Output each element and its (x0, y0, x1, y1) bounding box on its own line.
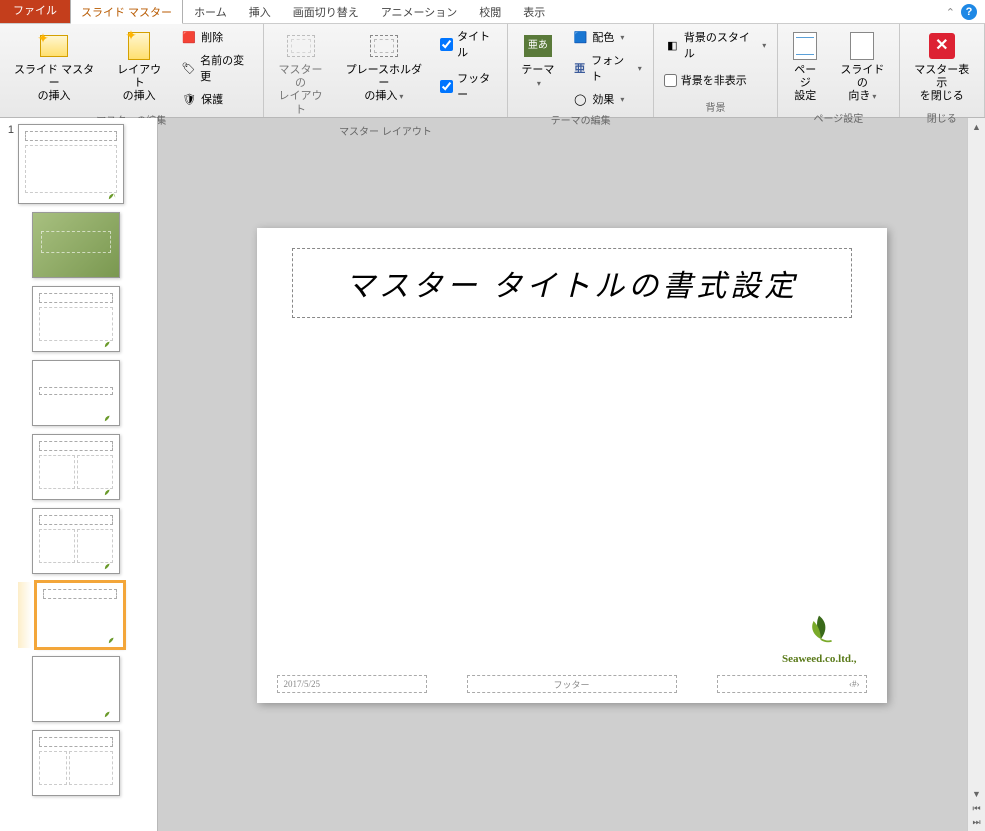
footer-center-placeholder[interactable]: フッター (467, 675, 677, 693)
chevron-down-icon: ▾ (537, 79, 541, 88)
prev-slide-icon[interactable]: ⏮ (970, 801, 984, 815)
tab-animations[interactable]: アニメーション (370, 0, 469, 23)
preserve-button[interactable]: 🛡保護 (176, 88, 256, 110)
layout-thumbnail[interactable] (32, 508, 120, 574)
help-icon[interactable]: ? (961, 4, 977, 20)
tab-slide-master[interactable]: スライド マスター (70, 0, 183, 24)
workspace: 1 (0, 118, 985, 831)
title-placeholder-text: マスター タイトルの書式設定 (345, 261, 799, 305)
leaf-icon (107, 636, 117, 644)
insert-layout-icon (128, 32, 150, 60)
master-layout-icon (287, 35, 315, 57)
colors-icon: 🟦 (572, 29, 588, 45)
group-master-layout: マスターの レイアウト プレースホルダー の挿入▾ タイトル フッター マスター… (264, 24, 509, 117)
logo-text: Seaweed.co.ltd., (782, 653, 857, 665)
tab-bar: ファイル スライド マスター ホーム 挿入 画面切り替え アニメーション 校閲 … (0, 0, 985, 24)
layout-thumbnail-selected[interactable] (36, 582, 124, 648)
vertical-scrollbar[interactable]: ▲ ▼ ⏮ ⏭ (967, 118, 985, 831)
next-slide-icon[interactable]: ⏭ (970, 815, 984, 829)
thumbnail-panel[interactable]: 1 (0, 118, 158, 831)
hide-background-checkbox[interactable]: 背景を非表示 (660, 70, 771, 90)
insert-layout-button[interactable]: レイアウト の挿入 (108, 26, 170, 108)
background-styles-icon: ◧ (665, 37, 680, 53)
effects-icon: ◯ (572, 91, 588, 107)
tab-file[interactable]: ファイル (0, 0, 70, 23)
slide-canvas-area[interactable]: マスター タイトルの書式設定 Seaweed.co.ltd., 2017/5/2… (158, 118, 985, 831)
tab-transitions[interactable]: 画面切り替え (282, 0, 370, 23)
title-checkbox[interactable]: タイトル (436, 26, 501, 62)
page-setup-button[interactable]: ページ 設定 (784, 26, 826, 108)
title-placeholder[interactable]: マスター タイトルの書式設定 (292, 248, 852, 318)
themes-button[interactable]: 亜あ テーマ▾ (514, 26, 561, 94)
insert-placeholder-button[interactable]: プレースホルダー の挿入▾ (338, 26, 431, 108)
ribbon: スライド マスター の挿入 レイアウト の挿入 🟥削除 🏷名前の変更 🛡保護 マ… (0, 24, 985, 118)
layout-thumbnail[interactable] (32, 656, 120, 722)
insert-placeholder-icon (370, 35, 398, 57)
layout-thumbnail[interactable] (32, 730, 120, 796)
scroll-up-icon[interactable]: ▲ (970, 120, 984, 134)
leaf-icon (103, 562, 113, 570)
master-thumbnail[interactable] (18, 124, 124, 204)
themes-icon: 亜あ (524, 35, 552, 57)
effects-button[interactable]: ◯効果▾ (567, 88, 646, 110)
leaf-icon (103, 488, 113, 496)
layout-thumbnail[interactable] (32, 434, 120, 500)
leaf-icon (801, 612, 837, 648)
insert-slide-master-icon (40, 35, 68, 57)
fonts-button[interactable]: 亜フォント▾ (567, 49, 646, 87)
fonts-icon: 亜 (572, 60, 587, 76)
scroll-down-icon[interactable]: ▼ (970, 787, 984, 801)
layout-thumbnail[interactable] (32, 360, 120, 426)
preserve-icon: 🛡 (181, 91, 197, 107)
delete-icon: 🟥 (181, 29, 197, 45)
colors-button[interactable]: 🟦配色▾ (567, 26, 646, 48)
logo: Seaweed.co.ltd., (782, 612, 857, 665)
slide-orientation-button[interactable]: スライドの 向き▾ (832, 26, 892, 108)
delete-button[interactable]: 🟥削除 (176, 26, 256, 48)
master-number: 1 (4, 124, 14, 136)
group-edit-master: スライド マスター の挿入 レイアウト の挿入 🟥削除 🏷名前の変更 🛡保護 マ… (0, 24, 264, 117)
ribbon-minimize-icon[interactable]: ⌃ (946, 6, 955, 19)
group-background: ◧背景のスタイル▾ 背景を非表示 背景 (654, 24, 778, 117)
rename-icon: 🏷 (181, 60, 196, 76)
leaf-icon (103, 710, 113, 718)
layout-thumbnail[interactable] (32, 212, 120, 278)
footer-date-placeholder[interactable]: 2017/5/25 (277, 675, 427, 693)
slide-canvas[interactable]: マスター タイトルの書式設定 Seaweed.co.ltd., 2017/5/2… (257, 228, 887, 703)
footer-number-placeholder[interactable]: ‹#› (717, 675, 867, 693)
tab-insert[interactable]: 挿入 (238, 0, 282, 23)
footer-checkbox[interactable]: フッター (436, 68, 501, 104)
leaf-icon (103, 414, 113, 422)
leaf-icon (107, 192, 117, 200)
close-master-view-button[interactable]: ✕ マスター表示 を閉じる (906, 26, 978, 108)
tab-home[interactable]: ホーム (183, 0, 238, 23)
group-label-background: 背景 (660, 97, 771, 117)
tab-view[interactable]: 表示 (512, 0, 556, 23)
group-edit-theme: 亜あ テーマ▾ 🟦配色▾ 亜フォント▾ ◯効果▾ テーマの編集 (508, 24, 653, 117)
rename-button[interactable]: 🏷名前の変更 (176, 49, 256, 87)
page-setup-icon (793, 32, 817, 60)
group-close: ✕ マスター表示 を閉じる 閉じる (900, 24, 985, 117)
background-styles-button[interactable]: ◧背景のスタイル▾ (660, 26, 771, 64)
layout-thumbnail[interactable] (32, 286, 120, 352)
tab-review[interactable]: 校閲 (468, 0, 512, 23)
close-icon: ✕ (929, 33, 955, 59)
slide-orientation-icon (850, 32, 874, 60)
insert-slide-master-button[interactable]: スライド マスター の挿入 (6, 26, 102, 108)
group-page-setup: ページ 設定 スライドの 向き▾ ページ設定 (778, 24, 899, 117)
master-layout-button: マスターの レイアウト (270, 26, 332, 121)
leaf-icon (103, 340, 113, 348)
chevron-down-icon: ▾ (399, 92, 403, 101)
